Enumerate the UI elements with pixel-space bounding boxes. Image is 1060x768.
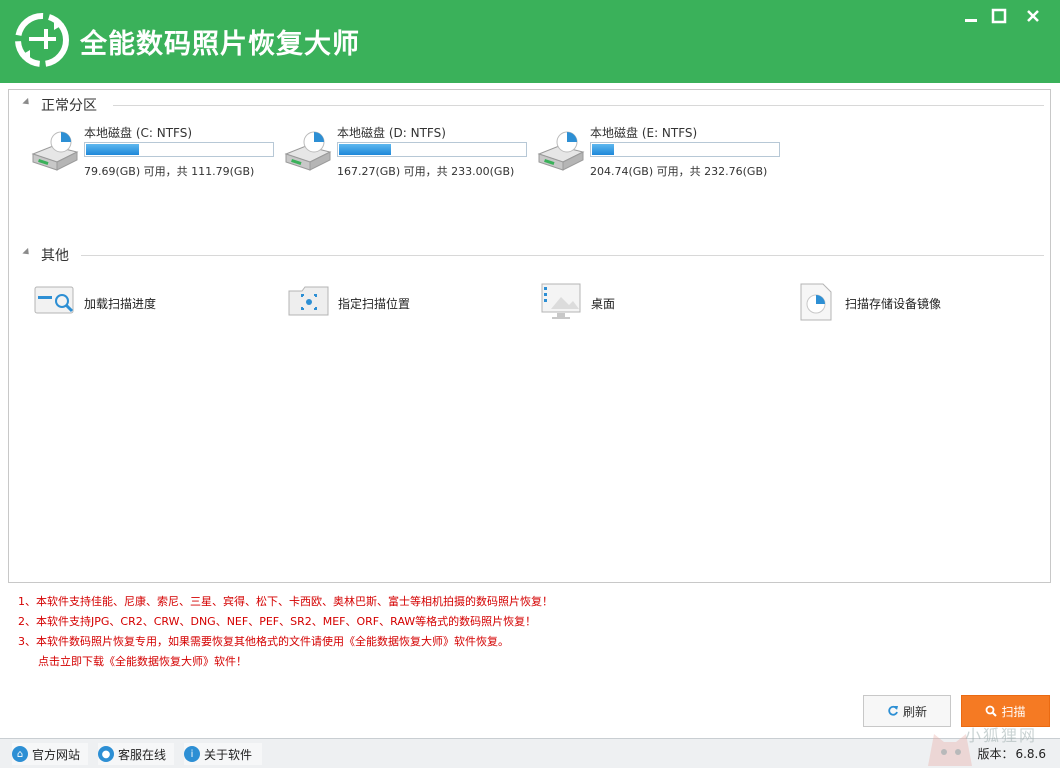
hard-drive-icon (284, 131, 332, 171)
scan-disk-image-label: 扫描存储设备镜像 (845, 297, 942, 311)
scan-disk-image-item[interactable]: 扫描存储设备镜像 (795, 283, 1015, 323)
specify-scan-location-label: 指定扫描位置 (338, 297, 411, 311)
app-logo-icon (15, 13, 69, 67)
note-line: 1、本软件支持佳能、尼康、索尼、三星、宾得、松下、卡西欧、奥林巴斯、富士等相机拍… (18, 595, 553, 608)
collapse-arrow-icon (22, 247, 32, 258)
load-scan-progress-label: 加载扫描进度 (84, 297, 157, 311)
close-button[interactable] (1020, 4, 1046, 28)
maximize-icon (991, 8, 1007, 24)
desktop-label: 桌面 (591, 297, 616, 311)
disk-usage-fill (592, 144, 615, 155)
load-progress-icon (34, 286, 74, 314)
disk-usage-bar (337, 142, 527, 157)
disk-item-d[interactable]: 本地磁盘 (D: NTFS) 167.27(GB) 可用，共 233.00(GB… (284, 124, 534, 184)
disk-name: 本地磁盘 (D: NTFS) (337, 126, 446, 140)
download-link[interactable]: 点击立即下载《全能数据恢复大师》软件！ (18, 652, 553, 672)
refresh-icon (888, 705, 898, 716)
version-number: 6.8.6 (1015, 747, 1046, 761)
disk-name: 本地磁盘 (E: NTFS) (590, 126, 698, 140)
customer-service-link[interactable]: ● 客服在线 (98, 743, 174, 765)
desktop-icon (541, 283, 581, 319)
disk-name: 本地磁盘 (C: NTFS) (84, 126, 193, 140)
notes-panel: 1、本软件支持佳能、尼康、索尼、三星、宾得、松下、卡西欧、奥林巴斯、富士等相机拍… (18, 592, 553, 672)
specify-scan-location-item[interactable]: 指定扫描位置 (288, 283, 488, 323)
title-bar: 全能数码照片恢复大师 (0, 0, 1060, 83)
disk-image-icon (800, 283, 832, 321)
disk-usage-fill (86, 144, 140, 155)
hard-drive-icon (537, 131, 585, 171)
section-divider (81, 255, 1044, 256)
official-site-link[interactable]: ⌂ 官方网站 (12, 743, 88, 765)
version-label: 版本： (977, 747, 1014, 761)
minimize-button[interactable] (958, 4, 984, 28)
chat-icon: ● (98, 746, 114, 762)
note-line: 3、本软件数码照片恢复专用，如果需要恢复其他格式的文件请使用《全能数据恢复大师》… (18, 635, 509, 648)
disk-usage-fill (339, 144, 392, 155)
official-site-label: 官方网站 (32, 747, 81, 762)
disk-item-e[interactable]: 本地磁盘 (E: NTFS) 204.74(GB) 可用，共 232.76(GB… (537, 124, 787, 184)
hard-drive-icon (31, 131, 79, 171)
app-title: 全能数码照片恢复大师 (80, 29, 360, 60)
collapse-arrow-icon (22, 97, 32, 108)
home-icon: ⌂ (12, 746, 28, 762)
partitions-section-title: 正常分区 (41, 98, 97, 114)
search-icon (986, 705, 998, 717)
load-scan-progress-item[interactable]: 加载扫描进度 (34, 283, 234, 323)
info-icon: i (184, 746, 200, 762)
section-divider (113, 105, 1044, 106)
disk-capacity-info: 167.27(GB) 可用，共 233.00(GB) (337, 165, 515, 178)
disk-capacity-info: 204.74(GB) 可用，共 232.76(GB) (590, 165, 768, 178)
partitions-section-header[interactable]: 正常分区 (9, 94, 1050, 114)
version-info: 版本： 6.8.6 (977, 745, 1046, 762)
disk-usage-bar (84, 142, 274, 157)
refresh-label: 刷新 (902, 704, 927, 719)
desktop-item[interactable]: 桌面 (541, 283, 741, 323)
about-link[interactable]: i 关于软件 (184, 743, 262, 765)
scan-location-icon (288, 286, 329, 316)
close-icon (1027, 10, 1039, 22)
scan-label: 扫描 (1001, 704, 1026, 719)
other-section-title: 其他 (41, 248, 69, 264)
status-bar: ⌂ 官方网站 ● 客服在线 i 关于软件 版本： 6.8.6 (0, 738, 1060, 768)
minimize-icon (965, 19, 977, 22)
disk-capacity-info: 79.69(GB) 可用，共 111.79(GB) (84, 165, 255, 178)
other-section-header[interactable]: 其他 (9, 244, 1050, 264)
note-line: 2、本软件支持JPG、CR2、CRW、DNG、NEF、PEF、SR2、MEF、O… (18, 615, 537, 628)
disk-item-c[interactable]: 本地磁盘 (C: NTFS) 79.69(GB) 可用，共 111.79(GB) (31, 124, 281, 184)
maximize-button[interactable] (986, 4, 1012, 28)
disk-usage-bar (590, 142, 780, 157)
customer-service-label: 客服在线 (118, 747, 167, 762)
main-panel: 正常分区 本地磁盘 (C: NTFS) 79.69(GB) 可用，共 111.7… (8, 89, 1051, 583)
about-label: 关于软件 (204, 747, 253, 762)
watermark-text: 小狐狸网 (965, 726, 1038, 745)
